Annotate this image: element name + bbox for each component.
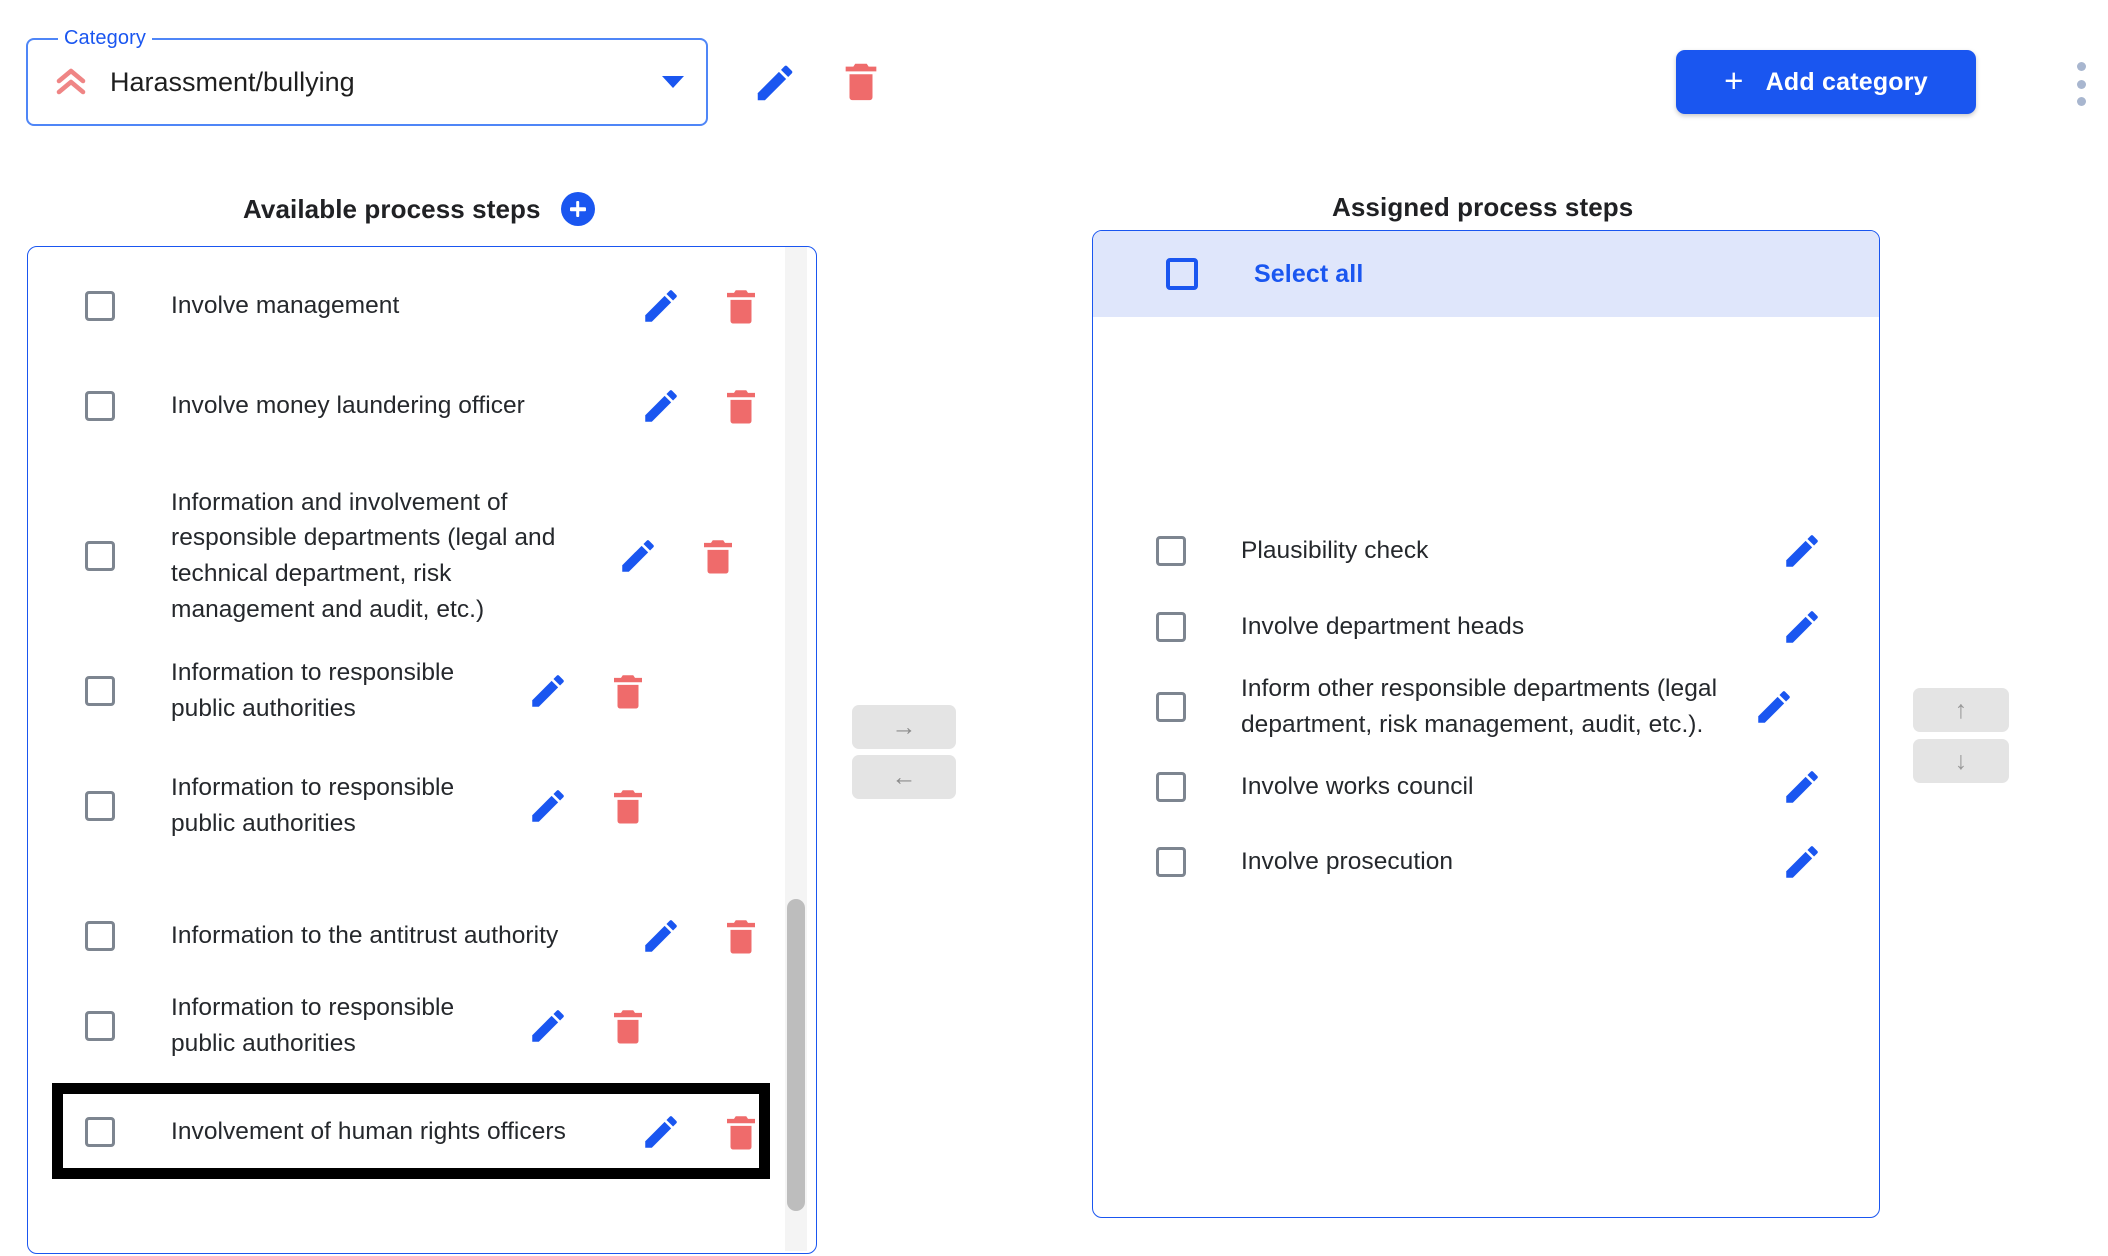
edit-assigned-step-pencil-icon[interactable] bbox=[1753, 686, 1795, 728]
available-step-label: Information to responsible public author… bbox=[171, 774, 455, 837]
edit-assigned-step-pencil-icon[interactable] bbox=[1781, 530, 1823, 572]
assigned-step-label: Involve prosecution bbox=[1241, 848, 1454, 876]
move-to-available-button[interactable]: ← bbox=[852, 755, 956, 799]
available-step-row[interactable]: Involve management bbox=[28, 285, 788, 327]
edit-step-pencil-icon[interactable] bbox=[527, 785, 569, 827]
available-step-row[interactable]: Information to responsible public author… bbox=[28, 990, 788, 1062]
assigned-step-label: Plausibility check bbox=[1241, 537, 1429, 565]
edit-step-pencil-icon[interactable] bbox=[527, 670, 569, 712]
available-step-label: Information to the antitrust authority bbox=[171, 922, 559, 950]
available-step-actions bbox=[636, 285, 788, 327]
move-to-assigned-button[interactable]: → bbox=[852, 705, 956, 749]
edit-step-pencil-icon[interactable] bbox=[640, 1111, 682, 1153]
available-step-row[interactable]: Involve money laundering officer bbox=[28, 385, 788, 427]
assigned-step-checkbox[interactable] bbox=[1156, 691, 1186, 722]
available-step-actions bbox=[523, 1005, 675, 1047]
available-step-checkbox[interactable] bbox=[85, 1010, 115, 1041]
available-step-actions bbox=[636, 385, 788, 427]
kebab-dot-1 bbox=[2076, 62, 2086, 71]
available-step-checkbox[interactable] bbox=[85, 291, 115, 321]
available-step-label: Involve money laundering officer bbox=[171, 392, 525, 420]
assigned-step-label: Involve department heads bbox=[1241, 613, 1525, 641]
assigned-step-checkbox[interactable] bbox=[1156, 612, 1186, 642]
available-heading-label: Available process steps bbox=[243, 193, 541, 224]
delete-step-trash-icon[interactable] bbox=[720, 385, 762, 427]
delete-step-trash-icon[interactable] bbox=[697, 535, 739, 577]
edit-step-pencil-icon[interactable] bbox=[640, 385, 682, 427]
chevron-down-icon[interactable] bbox=[662, 76, 684, 88]
add-category-label: Add category bbox=[1765, 67, 1928, 96]
add-process-step-plus-circle-icon[interactable] bbox=[560, 192, 595, 226]
available-step-label: Information to responsible public author… bbox=[171, 994, 455, 1057]
available-step-label: Information to responsible public author… bbox=[171, 659, 455, 722]
assigned-step-checkbox[interactable] bbox=[1156, 536, 1186, 566]
select-all-checkbox[interactable] bbox=[1166, 258, 1198, 290]
assigned-step-checkbox[interactable] bbox=[1156, 772, 1186, 802]
available-step-row[interactable]: Involvement of human rights officers bbox=[28, 1111, 788, 1153]
toolbar: Category Harassment/bullying + Add categ… bbox=[0, 0, 2108, 150]
assigned-step-checkbox[interactable] bbox=[1156, 847, 1186, 877]
available-panel-heading: Available process steps bbox=[243, 192, 595, 226]
edit-category-pencil-icon[interactable] bbox=[752, 60, 798, 106]
edit-assigned-step-pencil-icon[interactable] bbox=[1781, 766, 1823, 808]
available-step-checkbox[interactable] bbox=[85, 1117, 115, 1147]
available-step-checkbox[interactable] bbox=[85, 790, 115, 821]
assigned-step-row[interactable]: Involve prosecution bbox=[1093, 841, 1879, 883]
assigned-step-row[interactable]: Involve department heads bbox=[1093, 606, 1879, 648]
assigned-step-row[interactable]: Involve works council bbox=[1093, 766, 1879, 808]
available-step-checkbox[interactable] bbox=[85, 541, 115, 572]
assigned-step-label: Involve works council bbox=[1241, 773, 1474, 801]
edit-assigned-step-pencil-icon[interactable] bbox=[1781, 606, 1823, 648]
delete-category-trash-icon[interactable] bbox=[838, 58, 884, 104]
assigned-step-label: Inform other responsible departments (le… bbox=[1241, 675, 1718, 738]
edit-step-pencil-icon[interactable] bbox=[617, 535, 659, 577]
select-all-label: Select all bbox=[1254, 259, 1364, 288]
delete-step-trash-icon[interactable] bbox=[607, 785, 649, 827]
available-step-actions bbox=[613, 535, 765, 577]
assigned-step-row[interactable]: Inform other responsible departments (le… bbox=[1093, 671, 1879, 743]
delete-step-trash-icon[interactable] bbox=[720, 915, 762, 957]
delete-step-trash-icon[interactable] bbox=[607, 670, 649, 712]
kebab-dot-3 bbox=[2076, 97, 2086, 106]
edit-step-pencil-icon[interactable] bbox=[640, 915, 682, 957]
delete-step-trash-icon[interactable] bbox=[607, 1005, 649, 1047]
available-list-scroll-area[interactable]: Involve management Involve money launderi… bbox=[28, 247, 816, 1253]
available-step-row[interactable]: Information and involvement of responsib… bbox=[28, 485, 788, 628]
available-process-steps-panel: Involve management Involve money launderi… bbox=[27, 246, 817, 1254]
available-step-actions bbox=[523, 670, 675, 712]
available-step-row[interactable]: Information to responsible public author… bbox=[28, 770, 788, 842]
delete-step-trash-icon[interactable] bbox=[720, 1111, 762, 1153]
available-scrollbar-thumb[interactable] bbox=[787, 899, 805, 1211]
move-step-down-button[interactable]: ↓ bbox=[1913, 739, 2009, 783]
assigned-process-steps-panel: Select all Plausibility check Involve dep… bbox=[1092, 230, 1880, 1218]
available-step-checkbox[interactable] bbox=[85, 391, 115, 421]
add-category-button[interactable]: + Add category bbox=[1676, 50, 1976, 114]
available-step-checkbox[interactable] bbox=[85, 921, 115, 951]
available-step-label: Involve management bbox=[171, 292, 400, 320]
available-step-label: Information and involvement of responsib… bbox=[171, 488, 556, 623]
assigned-heading-label: Assigned process steps bbox=[1332, 192, 1634, 222]
select-all-row[interactable]: Select all bbox=[1093, 231, 1879, 317]
available-step-actions bbox=[523, 785, 675, 827]
assigned-step-row[interactable]: Plausibility check bbox=[1093, 530, 1879, 572]
delete-step-trash-icon[interactable] bbox=[720, 285, 762, 327]
available-step-label: Involvement of human rights officers bbox=[171, 1118, 566, 1146]
available-step-checkbox[interactable] bbox=[85, 675, 115, 706]
more-vertical-icon[interactable] bbox=[2066, 62, 2096, 106]
kebab-dot-2 bbox=[2076, 79, 2086, 89]
available-step-actions bbox=[636, 1111, 788, 1153]
edit-step-pencil-icon[interactable] bbox=[527, 1005, 569, 1047]
edit-step-pencil-icon[interactable] bbox=[640, 285, 682, 327]
edit-assigned-step-pencil-icon[interactable] bbox=[1781, 841, 1823, 883]
assigned-panel-heading: Assigned process steps bbox=[1332, 192, 1633, 223]
double-chevron-up-icon bbox=[54, 65, 88, 99]
available-step-row[interactable]: Information to the antitrust authority bbox=[28, 915, 788, 957]
category-selected-value: Harassment/bullying bbox=[110, 66, 355, 97]
available-step-row[interactable]: Information to responsible public author… bbox=[28, 655, 788, 727]
plus-icon: + bbox=[1724, 62, 1744, 99]
move-step-up-button[interactable]: ↑ bbox=[1913, 688, 2009, 732]
category-select[interactable]: Category Harassment/bullying bbox=[26, 27, 708, 126]
available-step-actions bbox=[636, 915, 788, 957]
